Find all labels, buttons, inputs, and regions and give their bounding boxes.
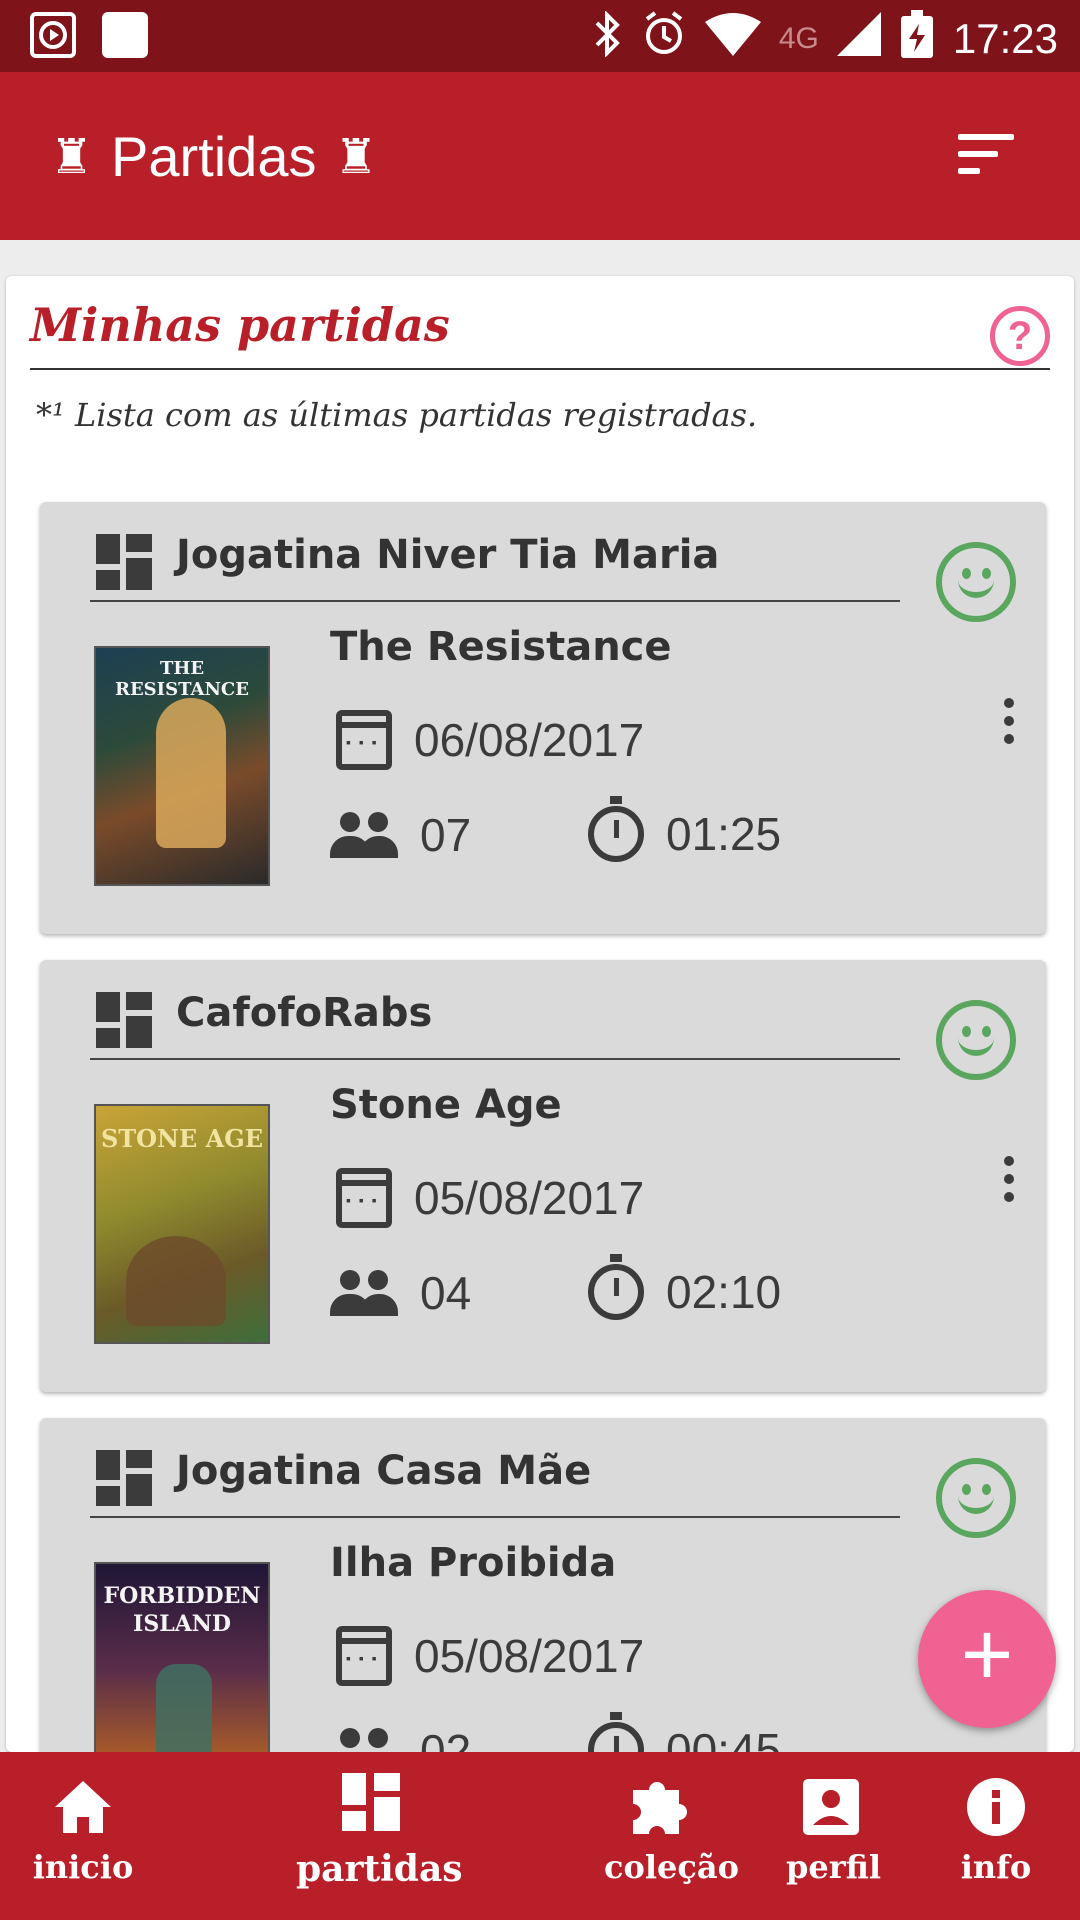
account-box-icon — [786, 1772, 876, 1842]
help-icon[interactable]: ? — [990, 306, 1050, 366]
match-card[interactable]: Jogatina Casa Mãe FORBIDDEN ISLAND Ilha … — [40, 1418, 1046, 1752]
nav-label: info — [960, 1848, 1032, 1886]
dashboard-icon — [96, 1450, 152, 1506]
match-date: 06/08/2017 — [414, 714, 645, 766]
timer-icon — [588, 796, 644, 862]
players-count: 02 — [420, 1725, 472, 1752]
bluetooth-icon — [593, 10, 623, 67]
game-name: Ilha Proibida — [330, 1540, 617, 1586]
signal-icon — [836, 12, 881, 66]
add-match-button[interactable]: + — [918, 1590, 1056, 1728]
media-notification-icon — [30, 12, 76, 58]
calendar-icon — [336, 710, 392, 770]
section-subtitle: *¹ Lista com as últimas partidas registr… — [36, 396, 758, 434]
more-vert-icon[interactable] — [1004, 698, 1016, 752]
nav-item-inicio[interactable]: inicio — [30, 1772, 136, 1886]
dashboard-icon — [96, 534, 152, 590]
nav-label: partidas — [296, 1848, 463, 1890]
cover-title: THE RESISTANCE — [115, 658, 249, 700]
group-name: Jogatina Casa Mãe — [176, 1448, 592, 1494]
calendar-icon — [336, 1168, 392, 1228]
dashboard-icon — [96, 992, 152, 1048]
sort-icon[interactable] — [958, 134, 1014, 174]
game-cover: FORBIDDEN ISLAND — [94, 1562, 270, 1752]
people-icon — [330, 1728, 398, 1752]
people-icon — [330, 812, 398, 858]
group-name: Jogatina Niver Tia Maria — [176, 532, 720, 578]
dashboard-icon — [296, 1762, 446, 1842]
clock: 17:23 — [952, 15, 1058, 62]
home-icon — [30, 1772, 136, 1842]
page-title: ♜ Partidas ♜ — [50, 124, 378, 189]
game-name: Stone Age — [330, 1082, 562, 1128]
game-name: The Resistance — [330, 624, 672, 670]
divider — [90, 600, 900, 602]
cover-title: STONE AGE — [100, 1124, 264, 1153]
people-icon — [330, 1270, 398, 1316]
match-card[interactable]: CafofoRabs STONE AGE Stone Age 05/08/201… — [40, 960, 1046, 1392]
notification-icon — [102, 12, 148, 58]
page-title-text: Partidas — [111, 125, 317, 188]
status-bar: 4G 17:23 — [0, 0, 1080, 72]
game-cover: STONE AGE — [94, 1104, 270, 1344]
match-date: 05/08/2017 — [414, 1630, 645, 1682]
nav-label: inicio — [32, 1848, 134, 1886]
smiley-icon — [936, 1458, 1016, 1538]
divider — [90, 1516, 900, 1518]
puzzle-icon — [604, 1772, 714, 1842]
nav-item-colecao[interactable]: coleção — [604, 1772, 739, 1886]
smiley-icon — [936, 1000, 1016, 1080]
divider — [90, 1058, 900, 1060]
nav-label: perfil — [786, 1848, 882, 1886]
nav-item-info[interactable]: info — [956, 1772, 1036, 1886]
match-duration: 00:45 — [666, 1724, 782, 1752]
players-count: 07 — [420, 809, 472, 861]
timer-icon — [588, 1712, 644, 1752]
alarm-icon — [641, 11, 687, 67]
match-duration: 02:10 — [666, 1266, 782, 1318]
nav-label: coleção — [604, 1848, 739, 1886]
wifi-icon — [704, 12, 761, 66]
match-date: 05/08/2017 — [414, 1172, 645, 1224]
smiley-icon — [936, 542, 1016, 622]
cover-title: FORBIDDEN ISLAND — [103, 1583, 261, 1637]
matches-panel: Minhas partidas ? *¹ Lista com as última… — [6, 276, 1074, 1752]
bottom-navigation: inicio partidas coleção perfil info — [0, 1752, 1080, 1920]
nav-item-perfil[interactable]: perfil — [786, 1772, 882, 1886]
more-vert-icon[interactable] — [1004, 1156, 1016, 1210]
match-duration: 01:25 — [666, 808, 782, 860]
match-card[interactable]: Jogatina Niver Tia Maria THE RESISTANCE … — [40, 502, 1046, 934]
players-count: 04 — [420, 1267, 472, 1319]
rook-icon: ♜ — [334, 130, 378, 184]
battery-charging-icon — [899, 8, 935, 70]
timer-icon — [588, 1254, 644, 1320]
info-icon — [956, 1772, 1036, 1842]
network-type: 4G — [778, 22, 819, 55]
nav-item-partidas[interactable]: partidas — [296, 1762, 463, 1890]
divider — [30, 368, 1050, 370]
app-bar: ♜ Partidas ♜ — [0, 72, 1080, 240]
section-title: Minhas partidas — [30, 298, 450, 352]
calendar-icon — [336, 1626, 392, 1686]
group-name: CafofoRabs — [176, 990, 433, 1036]
rook-icon: ♜ — [50, 130, 94, 184]
game-cover: THE RESISTANCE — [94, 646, 270, 886]
